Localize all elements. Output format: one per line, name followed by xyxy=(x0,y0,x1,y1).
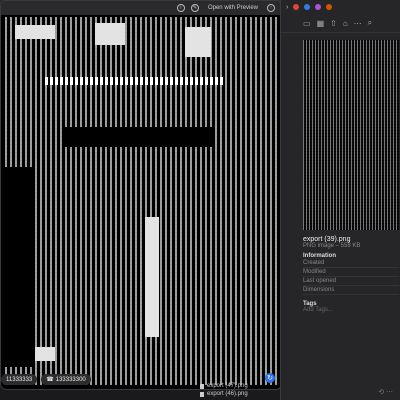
preview-image xyxy=(5,17,277,385)
file-icon xyxy=(200,391,204,397)
pill-1-label: 11333333 xyxy=(6,376,33,383)
chevron-icon[interactable]: › xyxy=(286,4,288,11)
pill-1: 11333333 xyxy=(1,374,38,385)
share-icon[interactable]: ↑ xyxy=(267,4,275,12)
add-tags-field[interactable]: Add Tags... xyxy=(303,307,399,313)
toolbar-secondary: ▭ ▦ ⇧ ⌂ ⋯ ⌕ xyxy=(281,14,400,33)
more-icon[interactable]: ⋯ xyxy=(354,19,362,28)
purple-tag-icon[interactable] xyxy=(315,4,322,10)
info-row: Created xyxy=(303,259,399,268)
action-icon[interactable]: ↻ xyxy=(265,373,275,383)
markup-icon[interactable]: ✎ xyxy=(190,4,199,12)
list-item[interactable]: export (46).png xyxy=(200,390,248,398)
blue-tag-icon[interactable] xyxy=(304,4,311,10)
file-icon xyxy=(200,383,204,389)
finder-preview-image xyxy=(303,40,399,230)
search-icon[interactable]: ⌕ xyxy=(368,18,372,28)
quicklook-titlebar: i ✎ Open with Preview ↑ xyxy=(1,1,281,15)
toolbar-top: › xyxy=(281,0,400,14)
info-row: Last opened xyxy=(303,277,399,286)
share-icon-finder[interactable]: ⇧ xyxy=(330,19,337,28)
pill-2-label: 133333300 xyxy=(55,376,86,383)
phone-icon: ☎ xyxy=(46,377,54,383)
red-tag-icon[interactable] xyxy=(293,4,300,10)
file-label: export (47).png xyxy=(207,383,248,389)
info-panel: export (39).png PNG image – 558 KB Infor… xyxy=(303,236,399,313)
file-kind: PNG image – 558 KB xyxy=(303,243,361,249)
pill-2: ☎ 133333300 xyxy=(41,374,91,385)
orange-tag-icon[interactable] xyxy=(326,4,333,10)
info-row: Modified xyxy=(303,268,399,277)
file-list: export (47).png export (46).png xyxy=(200,382,248,398)
file-name: export (39).png xyxy=(303,236,351,243)
gallery-icon[interactable]: ▭ xyxy=(303,19,311,28)
info-icon[interactable]: i xyxy=(176,4,185,12)
info-row: Dimensions xyxy=(303,286,399,295)
tag-icon[interactable]: ⌂ xyxy=(343,19,348,28)
grid-icon[interactable]: ▦ xyxy=(317,19,325,28)
list-item[interactable]: export (47).png xyxy=(200,382,248,390)
corner-icons[interactable]: ⟲ ⋯ xyxy=(378,388,393,396)
open-with-preview-button[interactable]: Open with Preview xyxy=(205,5,261,11)
finder-window: › ▭ ▦ ⇧ ⌂ ⋯ ⌕ export (39).png PNG image … xyxy=(280,0,400,400)
quicklook-window: i ✎ Open with Preview ↑ 11333333 ☎ 133333… xyxy=(0,0,282,390)
file-label: export (46).png xyxy=(207,391,248,397)
